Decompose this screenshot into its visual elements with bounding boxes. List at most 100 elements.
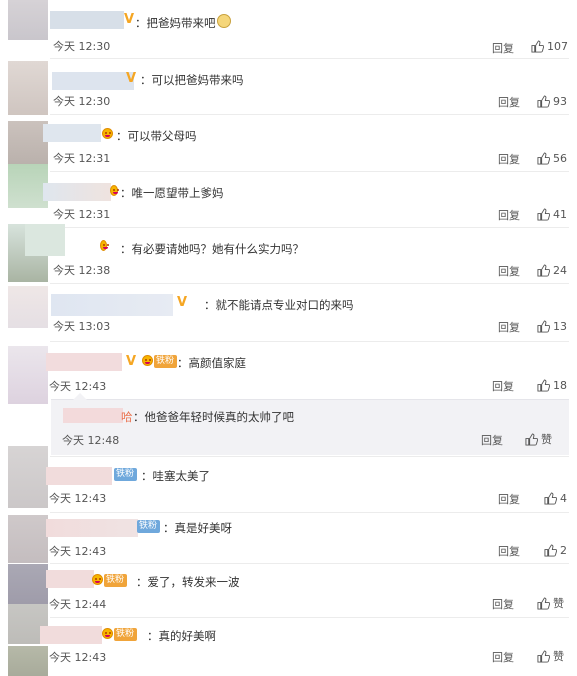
username[interactable] [63, 408, 123, 423]
comment-text: ：真的好美啊 [147, 629, 216, 643]
reply-button[interactable]: 回复 [492, 378, 514, 394]
like-button[interactable]: 93 [537, 94, 567, 108]
username[interactable] [46, 353, 122, 371]
comment-time: 今天 12:43 [49, 545, 107, 558]
comment-item: 铁粉 ：哇塞太美了 今天 12:43 回复 4 [0, 446, 577, 513]
avatar[interactable] [8, 346, 48, 404]
emoji-icon [92, 574, 103, 585]
like-label: 赞 [553, 650, 564, 663]
avatar[interactable] [8, 286, 48, 328]
reply-button[interactable]: 回复 [481, 432, 503, 448]
avatar[interactable] [8, 446, 48, 508]
username[interactable] [25, 224, 65, 256]
reply-button[interactable]: 回复 [498, 94, 520, 110]
thumbs-up-icon [544, 491, 557, 505]
like-count: 56 [553, 151, 567, 165]
reply-button[interactable]: 回复 [492, 40, 514, 56]
comment-item: V ：就不能请点专业对口的来吗 今天 13:03 回复 13 [0, 284, 577, 342]
emoji-icon [142, 355, 153, 366]
emoji-icon [100, 240, 108, 251]
v-badge-icon: V [177, 295, 188, 310]
thumbs-up-icon [537, 94, 550, 108]
comment-time: 今天 12:38 [53, 264, 111, 277]
comment-text: ：有必要请她吗？她有什么实力吗？ [120, 242, 304, 256]
comment-item: 铁粉 ：真的好美啊 今天 12:43 回复 赞 [0, 604, 577, 676]
comment-time: 今天 12:31 [53, 152, 111, 165]
comment-item: 铁粉 ：爱了，转发来一波 今天 12:44 回复 赞 [0, 564, 577, 618]
reply-button[interactable]: 回复 [498, 319, 520, 335]
avatar[interactable] [8, 61, 48, 115]
thumbs-up-icon [531, 39, 544, 53]
sub-reply: 哈 ：他爸爸年轻时候真的太帅了吧 今天 12:48 回复 赞 [51, 393, 569, 455]
reply-button[interactable]: 回复 [492, 596, 514, 612]
like-button[interactable]: 赞 [537, 649, 564, 663]
comment-time: 今天 12:31 [53, 208, 111, 221]
comment-text: ：唯一愿望带上爹妈 [120, 186, 224, 200]
like-button[interactable]: 18 [537, 378, 567, 392]
thumbs-up-icon [537, 319, 550, 333]
reply-button[interactable]: 回复 [498, 151, 520, 167]
v-badge-icon: V [126, 71, 137, 86]
reply-button[interactable]: 回复 [492, 649, 514, 665]
username[interactable] [52, 72, 134, 90]
username[interactable] [46, 570, 94, 588]
cat-face-icon [217, 14, 231, 28]
like-button[interactable]: 56 [537, 151, 567, 165]
like-button[interactable]: 赞 [537, 596, 564, 610]
reply-button[interactable]: 回复 [498, 263, 520, 279]
v-badge-icon: V [126, 354, 137, 369]
username[interactable] [50, 11, 124, 29]
fan-badge: 铁粉 [114, 628, 138, 641]
comment-text: ：可以带父母吗 [116, 129, 197, 143]
thumbs-up-icon [544, 543, 557, 557]
reply-button[interactable]: 回复 [498, 543, 520, 559]
sub-reply-name-suffix: 哈 [121, 410, 133, 424]
avatar[interactable] [8, 515, 48, 563]
avatar[interactable] [8, 164, 48, 208]
comment-item: V ：可以把爸妈带来吗 今天 12:30 回复 93 [0, 59, 577, 115]
like-button[interactable]: 赞 [525, 432, 552, 446]
like-button[interactable]: 41 [537, 207, 567, 221]
like-label: 赞 [553, 597, 564, 610]
avatar[interactable] [8, 121, 48, 167]
like-button[interactable]: 107 [531, 39, 568, 53]
comment-time: 今天 13:03 [53, 320, 111, 333]
emoji-icon [102, 628, 113, 639]
like-button[interactable]: 4 [544, 491, 567, 505]
comment-time: 今天 12:43 [49, 380, 107, 393]
thumbs-up-icon [537, 207, 550, 221]
sub-reply-text: ：他爸爸年轻时候真的太帅了吧 [133, 410, 294, 424]
username[interactable] [51, 294, 173, 316]
like-button[interactable]: 2 [544, 543, 567, 557]
like-count: 93 [553, 94, 567, 108]
comment-text: ：可以把爸妈带来吗 [140, 73, 244, 87]
avatar[interactable] [8, 564, 48, 604]
like-count: 41 [553, 207, 567, 221]
username[interactable] [46, 519, 138, 537]
reply-button[interactable]: 回复 [498, 207, 520, 223]
comment-text: ：就不能请点专业对口的来吗 [204, 298, 354, 312]
comment-text: ：爱了，转发来一波 [136, 575, 240, 589]
comment-text: ：真是好美呀 [163, 521, 232, 535]
username[interactable] [46, 467, 112, 485]
comment-time: 今天 12:30 [53, 40, 111, 53]
like-button[interactable]: 13 [537, 319, 567, 333]
username[interactable] [40, 626, 102, 644]
thumbs-up-icon [537, 649, 550, 663]
like-button[interactable]: 24 [537, 263, 567, 277]
username[interactable] [43, 183, 111, 201]
fan-badge: 铁粉 [137, 520, 161, 533]
thumbs-up-icon [525, 432, 538, 446]
comment-time: 今天 12:43 [49, 651, 107, 664]
username[interactable] [43, 124, 101, 142]
thumbs-up-icon [537, 151, 550, 165]
avatar[interactable] [8, 0, 48, 40]
like-count: 107 [547, 39, 568, 53]
like-label: 赞 [541, 433, 552, 446]
comment-time: 今天 12:44 [49, 598, 107, 611]
like-count: 24 [553, 263, 567, 277]
comment-time: 今天 12:30 [53, 95, 111, 108]
comment-item: ：唯一愿望带上爹妈 今天 12:31 回复 41 [0, 164, 577, 228]
avatar[interactable] [8, 646, 48, 676]
reply-button[interactable]: 回复 [498, 491, 520, 507]
